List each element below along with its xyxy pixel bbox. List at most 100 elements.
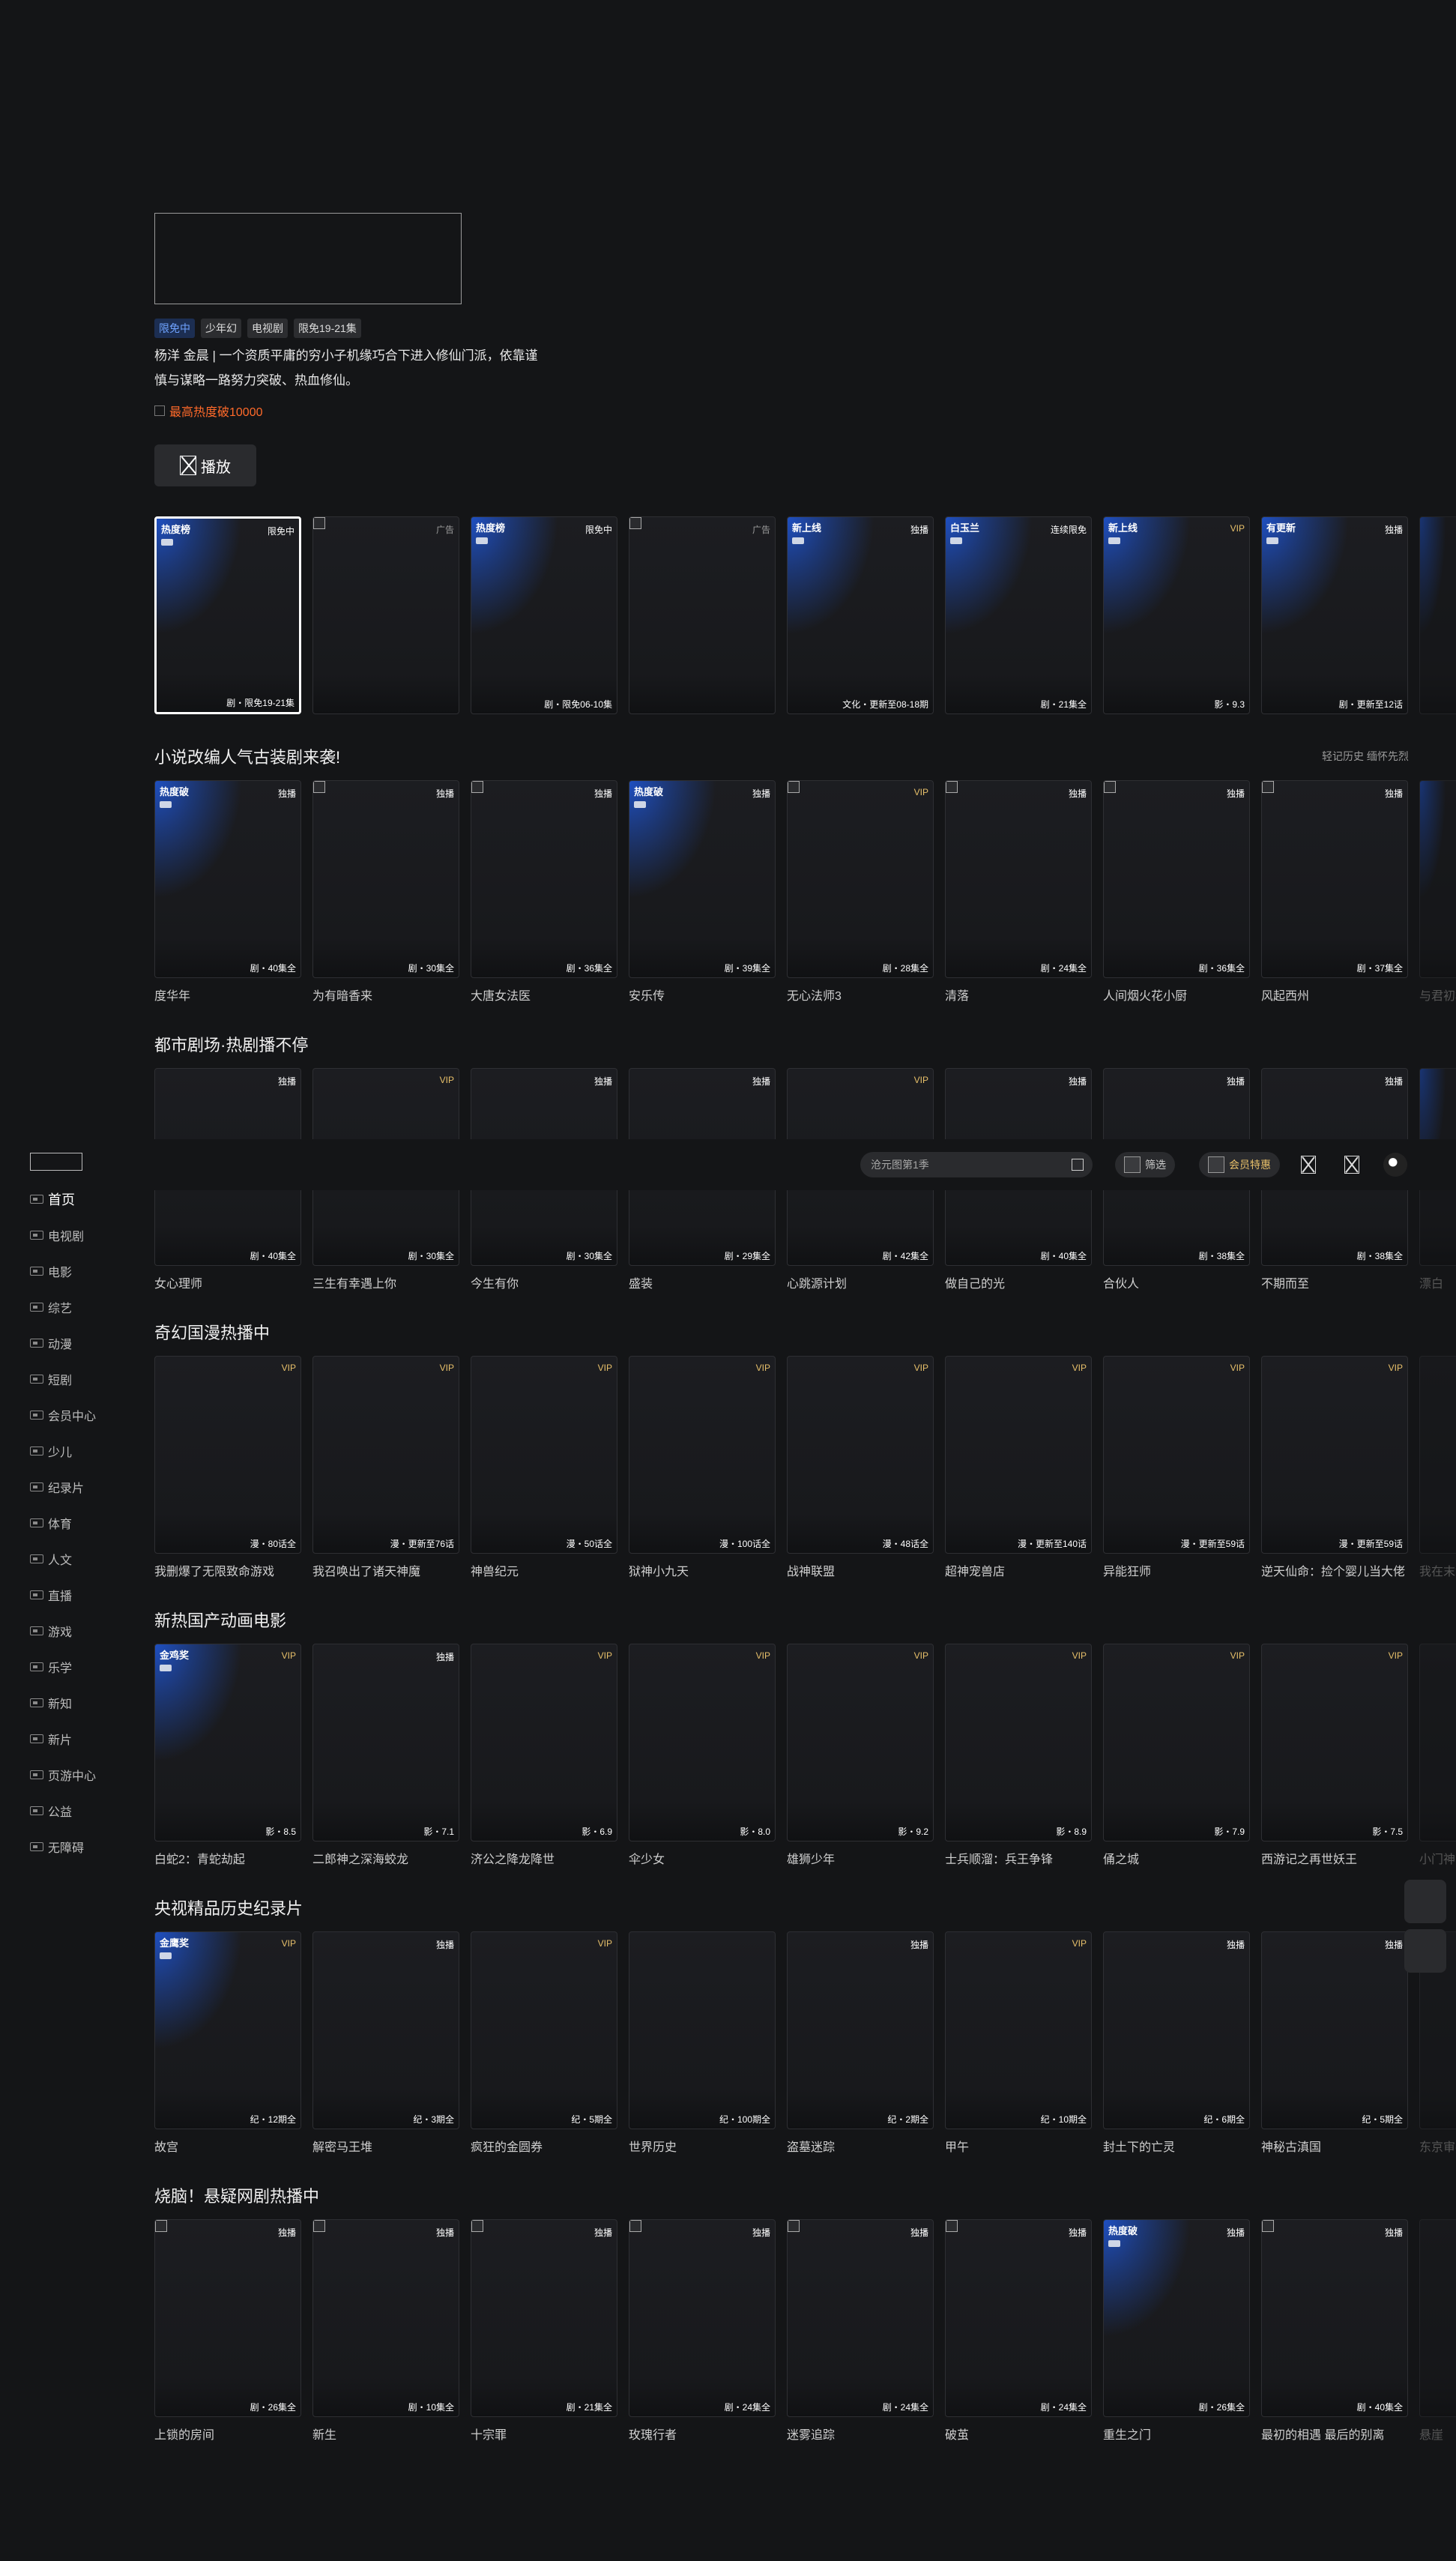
card-title[interactable]: 雄狮少年 [787,1849,934,1867]
card-title[interactable]: 迷雾追踪 [787,2425,934,2443]
play-button[interactable]: 播放 [154,444,256,486]
sidebar-item[interactable]: 体育 [30,1512,72,1534]
sidebar-item[interactable]: 会员中心 [30,1404,96,1426]
history-icon[interactable] [1301,1156,1316,1174]
hero-card[interactable]: 广告 [312,516,459,714]
media-card[interactable]: VIP 纪・10期全 [945,1931,1092,2129]
media-card[interactable]: 独播 剧・10集全 [312,2219,459,2417]
card-title[interactable]: 西游记之再世妖王 [1261,1849,1408,1867]
float-button-top[interactable] [1404,1929,1446,1973]
media-card[interactable]: 独播 剧・24集全 [629,2219,776,2417]
card-title[interactable]: 盗墓迷踪 [787,2137,934,2155]
card-title[interactable]: 俑之城 [1103,1849,1250,1867]
card-title[interactable]: 度华年 [154,986,301,1004]
card-title[interactable]: 不期而至 [1261,1273,1408,1291]
card-title[interactable]: 今生有你 [471,1273,617,1291]
media-card[interactable]: VIP 纪・5期全 [471,1931,617,2129]
media-card[interactable]: 独播 剧・36集全 [1103,780,1250,978]
hero-card[interactable]: 白玉兰 连续限免 剧・21集全 [945,516,1092,714]
media-card[interactable] [1419,2219,1456,2417]
sidebar-item[interactable]: 直播 [30,1584,72,1606]
card-title[interactable]: 狱神小九天 [629,1561,776,1579]
card-title[interactable]: 伞少女 [629,1849,776,1867]
media-card[interactable]: 独播 影・7.1 [312,1644,459,1841]
media-card[interactable]: 独播 剧・24集全 [787,2219,934,2417]
media-card[interactable]: 独播 剧・40集全 [1261,2219,1408,2417]
card-title[interactable]: 小门神 [1419,1849,1456,1867]
media-card[interactable]: VIP 影・8.9 [945,1644,1092,1841]
card-title[interactable]: 重生之门 [1103,2425,1250,2443]
card-title[interactable]: 最初的相遇 最后的别离 [1261,2425,1408,2443]
card-title[interactable]: 十宗罪 [471,2425,617,2443]
card-title[interactable]: 世界历史 [629,2137,776,2155]
card-title[interactable]: 心跳源计划 [787,1273,934,1291]
card-title[interactable]: 东京审判 [1419,2137,1456,2155]
media-card[interactable]: 金鹰奖 VIP 纪・12期全 [154,1931,301,2129]
download-icon[interactable] [1344,1156,1359,1174]
media-card[interactable]: 独播 纪・2期全 [787,1931,934,2129]
search-icon[interactable] [1072,1159,1084,1171]
card-title[interactable]: 疯狂的金圆券 [471,2137,617,2155]
media-card[interactable]: 独播 纪・3期全 [312,1931,459,2129]
sidebar-item[interactable]: 电视剧 [30,1224,84,1246]
card-title[interactable]: 女心理师 [154,1273,301,1291]
sidebar-item[interactable]: 新知 [30,1692,72,1714]
vip-offer-button[interactable]: 会员特惠 [1199,1152,1280,1177]
media-card[interactable]: VIP 影・9.2 [787,1644,934,1841]
sidebar-item[interactable]: 人文 [30,1548,72,1570]
card-title[interactable]: 士兵顺溜：兵王争锋 [945,1849,1092,1867]
float-button-upload[interactable] [1404,1880,1446,1923]
search-input[interactable]: 沧元图第1季 [860,1152,1093,1177]
hero-card[interactable]: 热度榜 限免中 剧・限免06-10集 [471,516,617,714]
card-title[interactable]: 解密马王堆 [312,2137,459,2155]
hero-card[interactable] [1419,516,1456,714]
media-card[interactable]: 纪・100期全 [629,1931,776,2129]
media-card[interactable]: 独播 剧・36集全 [471,780,617,978]
sidebar-item[interactable]: 短剧 [30,1368,72,1390]
media-card[interactable]: VIP 漫・48话全 [787,1356,934,1554]
media-card[interactable]: 独播 纪・5期全 [1261,1931,1408,2129]
card-title[interactable]: 白蛇2：青蛇劫起 [154,1849,301,1867]
media-card[interactable] [1419,1356,1456,1554]
media-card[interactable]: 独播 剧・26集全 [154,2219,301,2417]
hero-card[interactable]: 热度榜 限免中 剧・限免19-21集 [154,516,301,714]
sidebar-item[interactable]: 新片 [30,1728,72,1750]
media-card[interactable]: VIP 影・7.5 [1261,1644,1408,1841]
logo[interactable] [30,1153,82,1171]
media-card[interactable]: 热度破 独播 剧・26集全 [1103,2219,1250,2417]
card-title[interactable]: 封土下的亡灵 [1103,2137,1250,2155]
card-title[interactable]: 逆天仙命：捡个婴儿当大佬 [1261,1561,1408,1579]
media-card[interactable]: VIP 漫・更新至140话 [945,1356,1092,1554]
card-title[interactable]: 与君初相识 [1419,986,1456,1004]
media-card[interactable]: VIP 漫・100话全 [629,1356,776,1554]
media-card[interactable]: 金鸡奖 VIP 影・8.5 [154,1644,301,1841]
card-title[interactable]: 玫瑰行者 [629,2425,776,2443]
card-title[interactable]: 悬崖 [1419,2425,1456,2443]
card-title[interactable]: 盛装 [629,1273,776,1291]
sidebar-item[interactable]: 电影 [30,1260,72,1282]
card-title[interactable]: 风起西州 [1261,986,1408,1004]
card-title[interactable]: 神秘古滇国 [1261,2137,1408,2155]
card-title[interactable]: 上锁的房间 [154,2425,301,2443]
card-title[interactable]: 济公之降龙降世 [471,1849,617,1867]
media-card[interactable]: VIP 漫・更新至76话 [312,1356,459,1554]
media-card[interactable]: VIP 影・6.9 [471,1644,617,1841]
sidebar-item[interactable]: 纪录片 [30,1476,84,1498]
card-title[interactable]: 人间烟火花小厨 [1103,986,1250,1004]
media-card[interactable]: 独播 剧・30集全 [312,780,459,978]
card-title[interactable]: 神兽纪元 [471,1561,617,1579]
sidebar-item[interactable]: 页游中心 [30,1764,96,1786]
section-extra-link[interactable]: 轻记历史 缅怀先烈 [1322,749,1409,764]
card-title[interactable]: 为有暗香来 [312,986,459,1004]
hero-card[interactable]: 新上线 独播 文化・更新至08-18期 [787,516,934,714]
media-card[interactable] [1419,1644,1456,1841]
media-card[interactable]: 独播 剧・37集全 [1261,780,1408,978]
media-card[interactable]: VIP 漫・80话全 [154,1356,301,1554]
media-card[interactable]: VIP 漫・更新至59话 [1261,1356,1408,1554]
media-card[interactable]: 热度破 独播 剧・40集全 [154,780,301,978]
card-title[interactable]: 二郎神之深海蛟龙 [312,1849,459,1867]
card-title[interactable]: 合伙人 [1103,1273,1250,1291]
card-title[interactable]: 大唐女法医 [471,986,617,1004]
sidebar-item[interactable]: 无障碍 [30,1835,84,1858]
media-card[interactable]: VIP 漫・50话全 [471,1356,617,1554]
